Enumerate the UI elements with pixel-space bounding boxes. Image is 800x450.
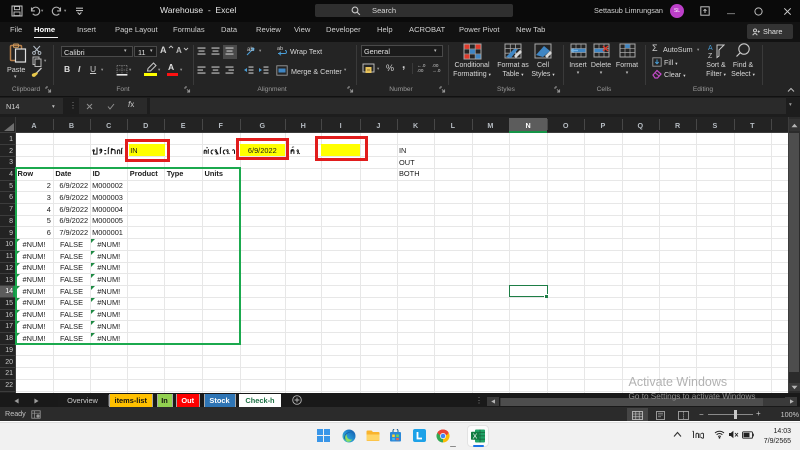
svg-text:A: A	[708, 45, 713, 52]
svg-text:Z: Z	[708, 53, 713, 59]
svg-text:ab: ab	[247, 47, 254, 53]
svg-text:ab: ab	[277, 46, 283, 52]
svg-text:X: X	[472, 433, 477, 440]
